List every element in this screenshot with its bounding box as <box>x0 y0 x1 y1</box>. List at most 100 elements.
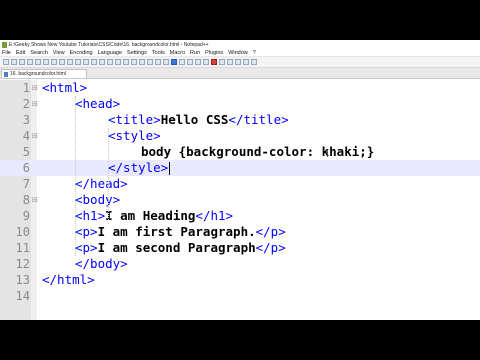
mouse-ibeam-cursor: I <box>326 150 329 160</box>
sync-horizontal-icon[interactable] <box>139 59 145 65</box>
menu-encoding[interactable]: Encoding <box>70 50 93 56</box>
menu-window[interactable]: Window <box>228 50 248 56</box>
close-icon[interactable] <box>35 59 41 65</box>
cut-icon[interactable] <box>59 59 65 65</box>
code-line[interactable]: 12 </body> <box>0 256 480 272</box>
code-text: </html> <box>42 272 95 287</box>
stop-recording-icon[interactable] <box>219 59 225 65</box>
code-line[interactable]: 10 <p>I am first Paragraph.</p> <box>0 224 480 240</box>
paste-icon[interactable] <box>75 59 81 65</box>
fold-toggle-icon[interactable]: ⊟ <box>32 192 38 208</box>
sync-vertical-icon[interactable] <box>131 59 137 65</box>
menu-bar: File Edit Search View Encoding Language … <box>0 49 480 57</box>
menu-help[interactable]: ? <box>253 50 256 56</box>
user-language-icon[interactable] <box>171 59 177 65</box>
line-number: 2 <box>22 97 30 111</box>
record-macro-icon[interactable] <box>211 59 217 65</box>
tab-backgroundcolor-html[interactable]: 16. backgroundcolor.html <box>1 69 87 78</box>
indent-guide <box>75 96 76 256</box>
code-text: <head> <box>75 96 121 111</box>
spell-check-icon[interactable] <box>251 59 257 65</box>
code-text: <title>Hello CSS</title> <box>108 112 289 127</box>
line-number: 8 <box>22 193 30 207</box>
code-line[interactable]: 8 ⊟ <body> <box>0 192 480 208</box>
code-text: <h1>I am Heading</h1> <box>75 208 234 223</box>
code-text: </body> <box>75 256 128 271</box>
line-number: 7 <box>22 177 30 191</box>
undo-icon[interactable] <box>83 59 89 65</box>
line-number: 9 <box>22 209 30 223</box>
folder-workspace-icon[interactable] <box>195 59 201 65</box>
save-macro-icon[interactable] <box>243 59 249 65</box>
line-number: 4 <box>22 129 30 143</box>
line-number: 1 <box>22 81 30 95</box>
code-line[interactable]: 4 ⊟ <style> <box>0 128 480 144</box>
code-line[interactable]: 9 <h1>I am Heading</h1> <box>0 208 480 224</box>
code-text: body {background-color: khaki;} <box>141 144 375 159</box>
zoom-in-icon[interactable] <box>115 59 121 65</box>
toolbar <box>0 57 480 68</box>
code-line[interactable]: 11 <p>I am second Paragraph</p> <box>0 240 480 256</box>
open-file-icon[interactable] <box>11 59 17 65</box>
save-icon[interactable] <box>19 59 25 65</box>
close-all-icon[interactable] <box>43 59 49 65</box>
menu-macro[interactable]: Macro <box>170 50 185 56</box>
copy-icon[interactable] <box>67 59 73 65</box>
run-macro-multiple-icon[interactable] <box>235 59 241 65</box>
tab-label: 16. backgroundcolor.html <box>10 71 66 77</box>
save-all-icon[interactable] <box>27 59 33 65</box>
word-wrap-icon[interactable] <box>147 59 153 65</box>
line-number: 13 <box>15 273 30 287</box>
new-file-icon[interactable] <box>3 59 9 65</box>
tab-bar: 16. backgroundcolor.html <box>0 68 480 79</box>
fold-toggle-icon[interactable]: ⊟ <box>32 128 38 144</box>
line-number: 5 <box>22 145 30 159</box>
code-line[interactable]: 6 </style> <box>0 160 480 176</box>
code-line[interactable]: 14 <box>0 288 480 304</box>
menu-language[interactable]: Language <box>98 50 122 56</box>
menu-edit[interactable]: Edit <box>16 50 25 56</box>
line-number: 10 <box>15 225 30 239</box>
doc-map-icon[interactable] <box>179 59 185 65</box>
line-number: 11 <box>15 241 30 255</box>
menu-tools[interactable]: Tools <box>152 50 165 56</box>
window-title: E:\Geeky Shows New Youtube Tutorials\CSS… <box>9 41 209 48</box>
code-line[interactable]: 5 body {background-color: khaki;} <box>0 144 480 160</box>
code-text: <body> <box>75 192 121 207</box>
show-all-chars-icon[interactable] <box>155 59 161 65</box>
replace-icon[interactable] <box>107 59 113 65</box>
code-line[interactable]: 2 ⊟ <head> <box>0 96 480 112</box>
line-number: 3 <box>22 113 30 127</box>
code-line[interactable]: 7 </head> <box>0 176 480 192</box>
fold-toggle-icon[interactable]: ⊟ <box>32 96 38 112</box>
fold-toggle-icon[interactable]: ⊟ <box>32 80 38 96</box>
indent-guide-icon[interactable] <box>163 59 169 65</box>
line-number: 12 <box>15 257 30 271</box>
code-text: <style> <box>108 128 161 143</box>
menu-settings[interactable]: Settings <box>127 50 147 56</box>
line-number: 14 <box>15 289 30 303</box>
redo-icon[interactable] <box>91 59 97 65</box>
indent-guide <box>108 128 109 224</box>
menu-run[interactable]: Run <box>190 50 200 56</box>
code-text: <p>I am second Paragraph</p> <box>75 240 286 255</box>
code-line[interactable]: 3 <title>Hello CSS</title> <box>0 112 480 128</box>
notepadpp-app-icon <box>2 41 7 48</box>
menu-file[interactable]: File <box>2 50 11 56</box>
zoom-out-icon[interactable] <box>123 59 129 65</box>
function-list-icon[interactable] <box>187 59 193 65</box>
print-icon[interactable] <box>51 59 57 65</box>
code-text: <html> <box>42 80 88 95</box>
code-text: </style> <box>108 160 169 175</box>
playback-icon[interactable] <box>227 59 233 65</box>
monitoring-icon[interactable] <box>203 59 209 65</box>
file-icon <box>4 71 8 77</box>
menu-view[interactable]: View <box>53 50 65 56</box>
code-line[interactable]: 13 </html> <box>0 272 480 288</box>
text-caret <box>169 162 171 175</box>
code-editor[interactable]: 1 ⊟ <html> 2 ⊟ <head> 3 <title>Hello CSS</title… <box>0 80 480 320</box>
find-icon[interactable] <box>99 59 105 65</box>
menu-plugins[interactable]: Plugins <box>205 50 223 56</box>
code-line[interactable]: 1 ⊟ <html> <box>0 80 480 96</box>
menu-search[interactable]: Search <box>30 50 47 56</box>
